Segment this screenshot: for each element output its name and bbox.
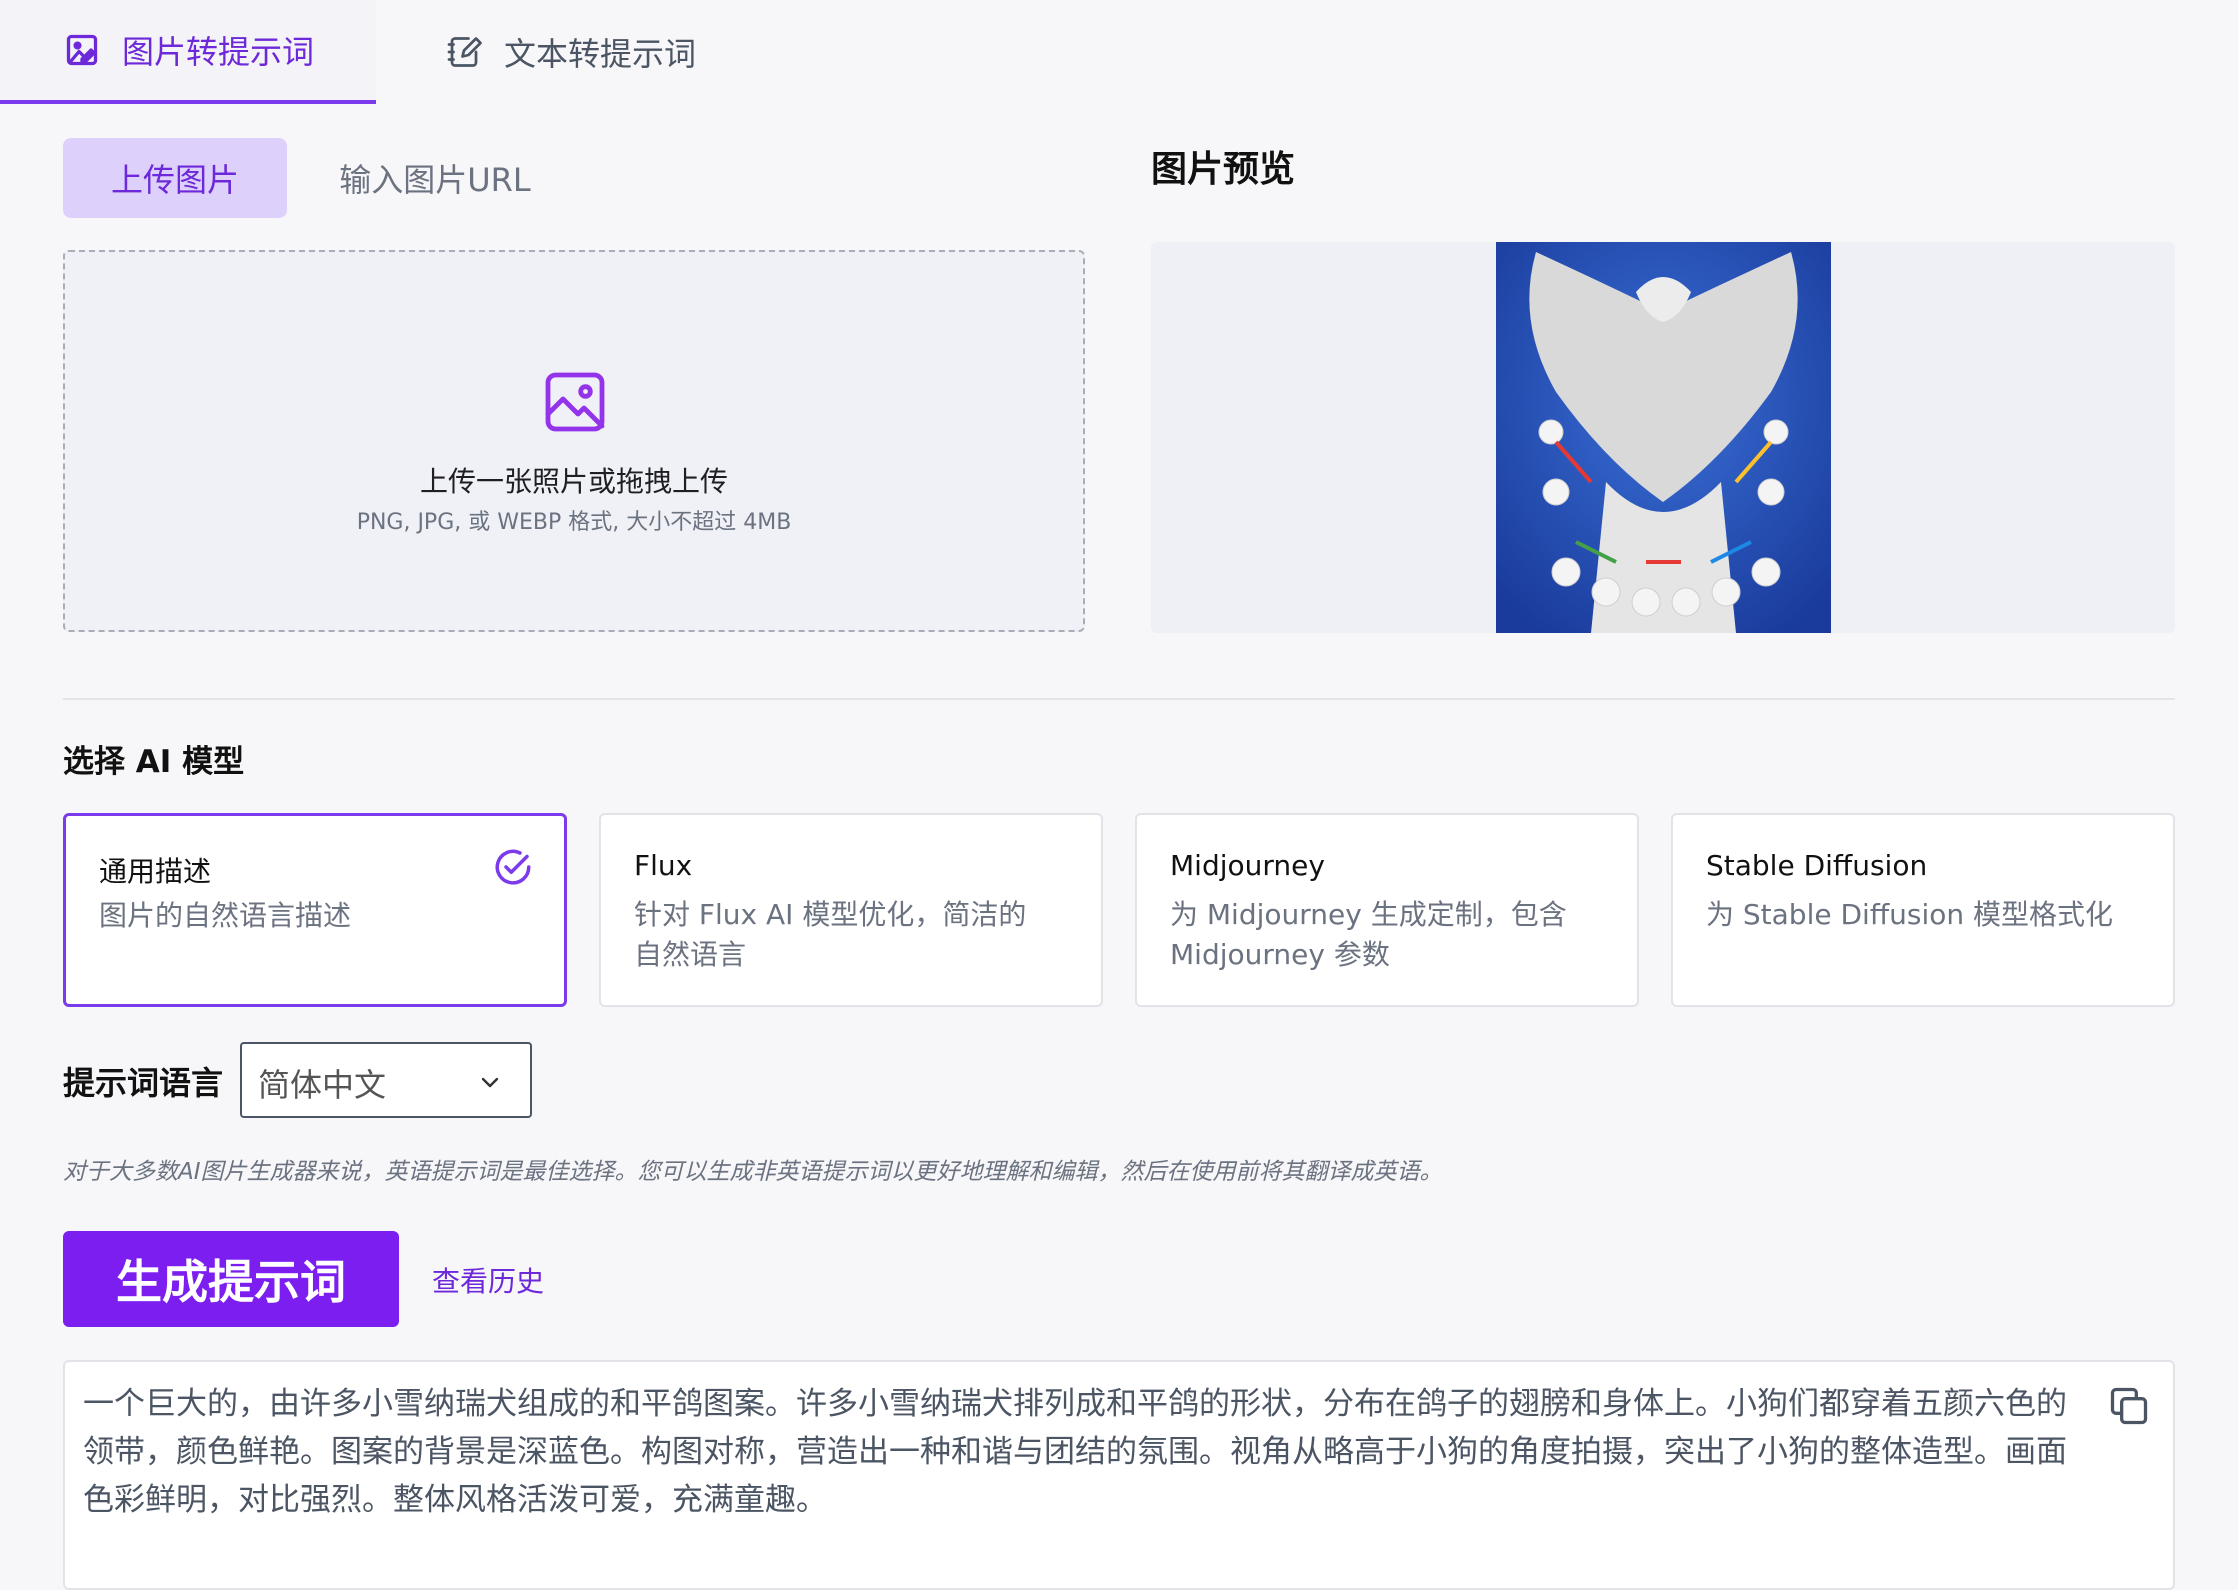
- model-desc: 针对 Flux AI 模型优化，简洁的自然语言: [634, 898, 1027, 971]
- model-card-stable-diffusion[interactable]: Stable Diffusion 为 Stable Diffusion 模型格式…: [1671, 813, 2175, 1007]
- copy-icon[interactable]: [2107, 1384, 2151, 1432]
- upload-dropzone[interactable]: 上传一张照片或拖拽上传 PNG, JPG, 或 WEBP 格式, 大小不超过 4…: [63, 250, 1085, 632]
- tab-text-to-prompt[interactable]: 文本转提示词: [376, 0, 776, 104]
- dropzone-subtitle: PNG, JPG, 或 WEBP 格式, 大小不超过 4MB: [356, 510, 792, 535]
- image-icon: [539, 366, 611, 442]
- result-panel: 一个巨大的，由许多小雪纳瑞犬组成的和平鸽图案。许多小雪纳瑞犬排列成和平鸽的形状，…: [63, 1360, 2175, 1590]
- top-tab-bar: 图片转提示词 文本转提示词: [0, 0, 2238, 104]
- tab-upload-image[interactable]: 上传图片: [63, 138, 287, 218]
- model-name: 通用描述: [99, 855, 212, 888]
- language-label: 提示词语言: [63, 1064, 224, 1102]
- language-hint: 对于大多数AI图片生成器来说，英语提示词是最佳选择。您可以生成非英语提示词以更好…: [63, 1159, 1443, 1185]
- image-edit-icon: [64, 32, 100, 68]
- model-section-title: 选择 AI 模型: [63, 744, 245, 780]
- preview-title: 图片预览: [1151, 149, 1296, 190]
- dropzone-title: 上传一张照片或拖拽上传: [419, 465, 728, 498]
- language-select[interactable]: 简体中文: [240, 1042, 532, 1118]
- section-divider: [63, 698, 2175, 700]
- model-desc: 为 Stable Diffusion 模型格式化: [1706, 898, 2114, 931]
- notebook-edit-icon: [446, 34, 482, 70]
- model-desc: 图片的自然语言描述: [99, 899, 352, 932]
- language-selected-value: 简体中文: [258, 1066, 387, 1104]
- model-name: Flux: [634, 849, 693, 882]
- model-desc: 为 Midjourney 生成定制，包含 Midjourney 参数: [1170, 898, 1567, 971]
- result-text[interactable]: 一个巨大的，由许多小雪纳瑞犬组成的和平鸽图案。许多小雪纳瑞犬排列成和平鸽的形状，…: [83, 1380, 2073, 1524]
- preview-image: [1496, 242, 1831, 633]
- preview-panel: [1151, 242, 2175, 633]
- tab-label: 文本转提示词: [504, 35, 697, 73]
- tab-label: 图片转提示词: [122, 33, 315, 71]
- generate-prompt-button[interactable]: 生成提示词: [63, 1231, 399, 1327]
- chevron-down-icon: [476, 1070, 504, 1098]
- tab-image-to-prompt[interactable]: 图片转提示词: [0, 0, 376, 104]
- model-name: Stable Diffusion: [1706, 849, 1928, 882]
- model-card-general[interactable]: 通用描述 图片的自然语言描述: [63, 813, 567, 1007]
- check-circle-icon: [492, 846, 534, 892]
- tab-image-url[interactable]: 输入图片URL: [320, 138, 550, 218]
- model-card-midjourney[interactable]: Midjourney 为 Midjourney 生成定制，包含 Midjourn…: [1135, 813, 1639, 1007]
- view-history-link[interactable]: 查看历史: [432, 1260, 544, 1300]
- model-name: Midjourney: [1170, 849, 1325, 882]
- model-card-flux[interactable]: Flux 针对 Flux AI 模型优化，简洁的自然语言: [599, 813, 1103, 1007]
